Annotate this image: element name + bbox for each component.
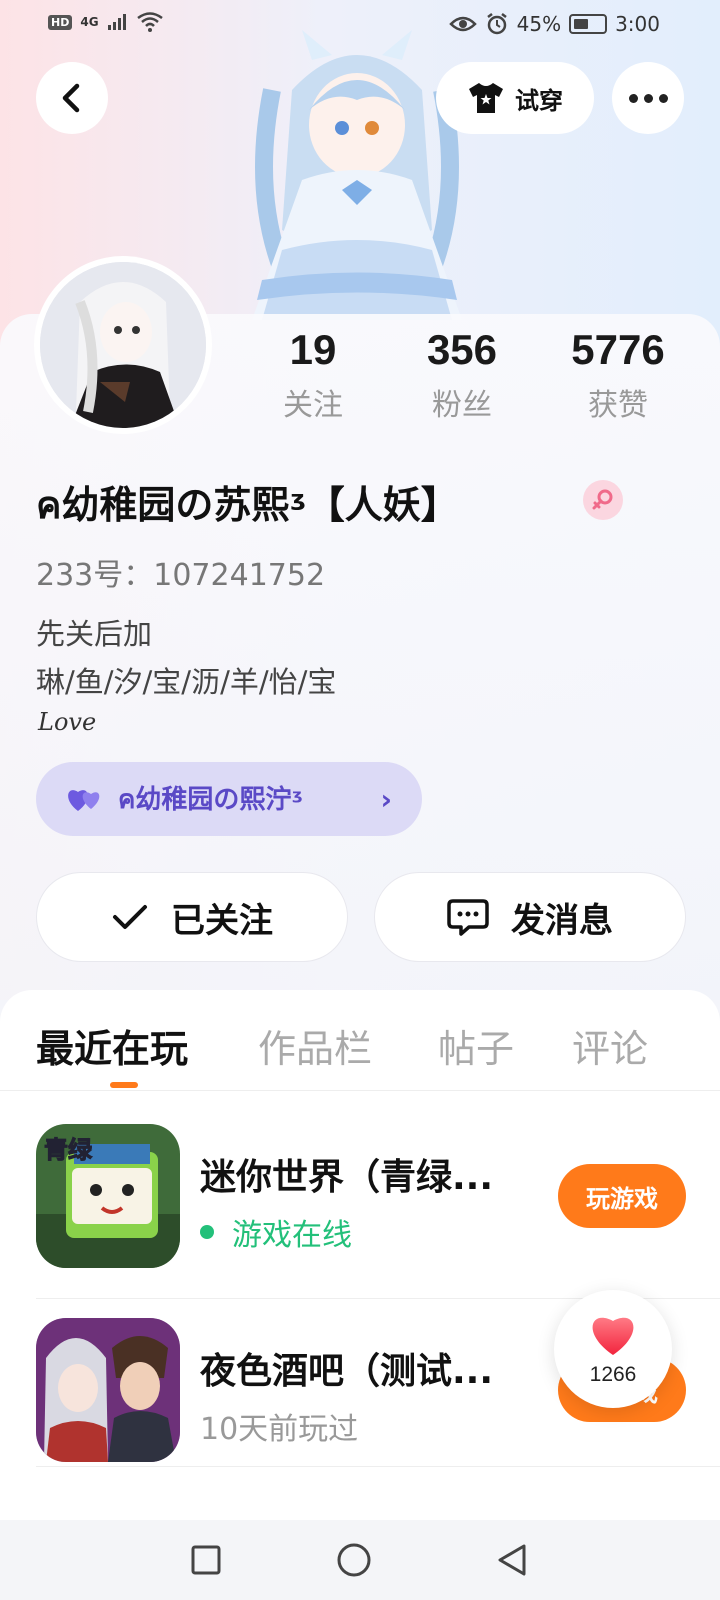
like-count: 1266 (589, 1363, 637, 1386)
game-title: 夜色酒吧（测试... (200, 1351, 494, 1392)
square-icon (191, 1545, 221, 1575)
tab-recently-played[interactable]: 最近在玩 (36, 1018, 188, 1073)
followed-label: 已关注 (171, 900, 273, 941)
user-nickname: ค幼稚园の苏熙ᶾ【人妖】 (36, 483, 459, 527)
game-status-text: 游戏在线 (232, 1218, 352, 1253)
game-icon-night-bar (36, 1318, 180, 1462)
profile-tabs: 最近在玩 作品栏 帖子 评论 (0, 1018, 720, 1078)
try-on-button[interactable]: 试穿 (436, 62, 594, 134)
stat-label: 获赞 (588, 388, 648, 423)
tshirt-icon (469, 83, 503, 113)
battery-icon (569, 14, 608, 34)
stat-following[interactable]: 19 关注 (243, 326, 383, 424)
chevron-right-icon: › (380, 782, 392, 816)
network-type: 4G (80, 15, 99, 29)
bio-line: 先关后加 (36, 617, 153, 651)
more-options-button[interactable] (612, 62, 684, 134)
stat-value: 19 (289, 326, 337, 373)
gender-female-icon (583, 480, 623, 520)
triangle-back-icon (498, 1544, 526, 1576)
clock: 3:00 (615, 12, 660, 36)
avatar-image (40, 262, 206, 428)
send-message-button[interactable]: 发消息 (374, 872, 686, 962)
tab-divider (0, 1090, 720, 1091)
more-dots-icon (628, 93, 668, 103)
home-button[interactable] (332, 1538, 376, 1582)
back-button[interactable] (36, 62, 108, 134)
battery-percent: 45% (516, 12, 562, 36)
game-title: 迷你世界（青绿... (200, 1157, 494, 1198)
chevron-left-icon (62, 83, 80, 113)
chat-bubble-icon (447, 899, 489, 936)
game-row[interactable]: 青绿 迷你世界（青绿... 游戏在线 玩游戏 (36, 1124, 686, 1284)
stat-fans[interactable]: 356 粉丝 (392, 326, 532, 424)
tab-comments[interactable]: 评论 (572, 1018, 648, 1073)
game-icon-mini-world: 青绿 (36, 1124, 180, 1268)
stat-label: 关注 (283, 388, 343, 423)
check-icon (113, 905, 147, 929)
online-dot-icon (200, 1225, 214, 1239)
back-nav-button[interactable] (490, 1538, 534, 1582)
user-bio: 先关后加 琳/鱼/汐/宝/沥/羊/怡/宝 (36, 610, 336, 706)
user-id: 233号：107241752 (36, 558, 326, 593)
stat-likes[interactable]: 5776 获赞 (548, 326, 688, 424)
svg-text:青绿: 青绿 (44, 1136, 93, 1164)
alarm-icon (486, 13, 507, 35)
system-navigation-bar (0, 1520, 720, 1600)
recent-apps-button[interactable] (184, 1538, 228, 1582)
active-tab-indicator (110, 1082, 138, 1088)
bio-signature: Love (38, 708, 97, 736)
signal-icon (107, 14, 126, 30)
hd-indicator: HD (48, 14, 73, 30)
try-on-label: 试穿 (515, 86, 563, 115)
send-message-label: 发消息 (511, 900, 613, 941)
cp-relationship-pill[interactable]: ค幼稚园の熙泞ᶾ › (36, 762, 422, 836)
heart-icon (592, 1317, 634, 1355)
stat-value: 356 (426, 326, 498, 373)
game-status-online: 游戏在线 (200, 1210, 352, 1254)
game-status-text: 10天前玩过 (200, 1412, 359, 1447)
cp-name: ค幼稚园の熙泞ᶾ (118, 784, 304, 815)
followed-button[interactable]: 已关注 (36, 872, 348, 962)
row-divider (36, 1466, 720, 1467)
game-last-played: 10天前玩过 (200, 1404, 358, 1448)
double-heart-icon (68, 790, 100, 811)
circle-icon (337, 1543, 371, 1577)
stat-value: 5776 (571, 326, 665, 373)
play-game-button[interactable]: 玩游戏 (558, 1164, 686, 1228)
like-button[interactable]: 1266 (554, 1290, 672, 1408)
bio-line: 琳/鱼/汐/宝/沥/羊/怡/宝 (36, 665, 337, 699)
stat-label: 粉丝 (432, 388, 492, 423)
tab-posts[interactable]: 帖子 (438, 1018, 514, 1073)
wifi-icon (136, 12, 163, 32)
tab-works[interactable]: 作品栏 (258, 1018, 372, 1073)
avatar[interactable] (34, 256, 212, 434)
content-sheet: 最近在玩 作品栏 帖子 评论 青绿 迷你世界（青绿... 游戏在线 玩游戏 夜色… (0, 990, 720, 1520)
